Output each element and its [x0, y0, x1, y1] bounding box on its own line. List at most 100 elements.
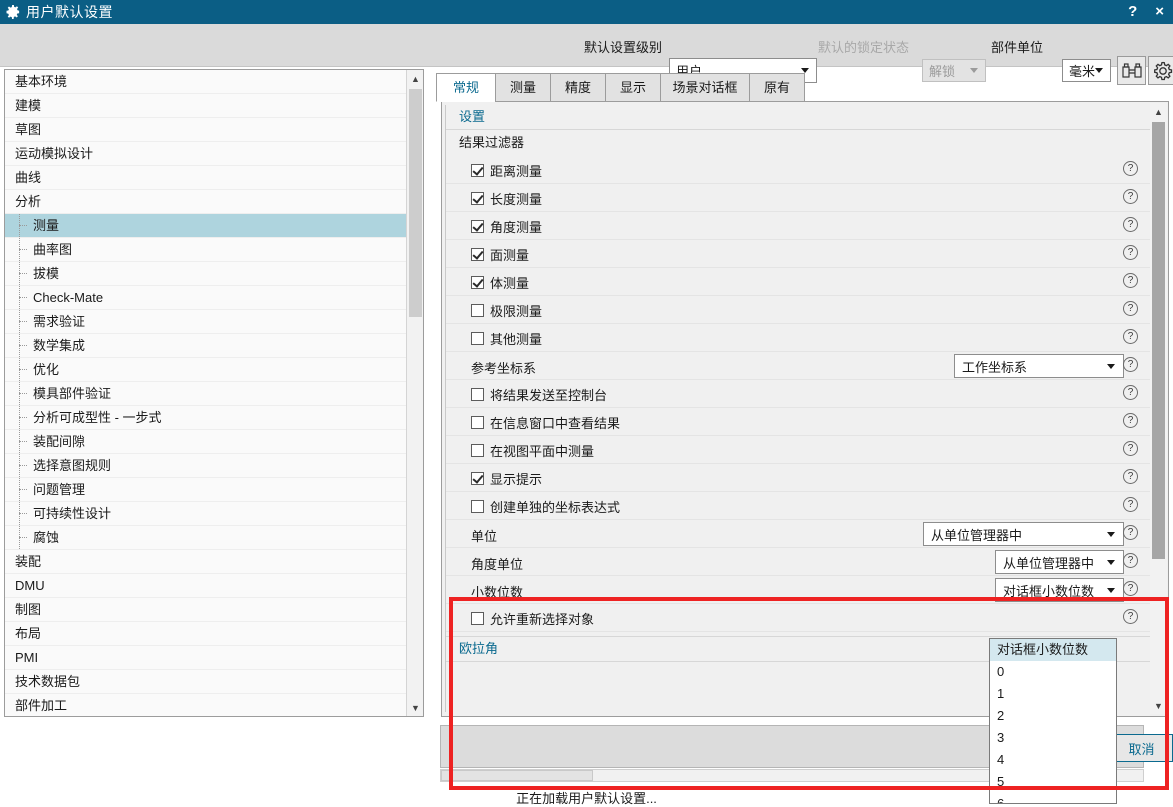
- dropdown-option[interactable]: 2: [990, 705, 1116, 727]
- tree-item[interactable]: 基本环境: [5, 70, 423, 94]
- cancel-button[interactable]: 取消: [1110, 734, 1173, 762]
- row-combo-7[interactable]: 工作坐标系: [954, 354, 1124, 378]
- checkbox-3[interactable]: 面测量: [471, 245, 529, 264]
- checkbox-6[interactable]: 其他测量: [471, 329, 542, 348]
- checkbox-label: 其他测量: [490, 332, 543, 347]
- tree-item[interactable]: 优化: [5, 358, 423, 382]
- settings-row: 允许重新选择对象?: [446, 604, 1150, 632]
- help-icon[interactable]: ?: [1123, 581, 1138, 596]
- help-icon[interactable]: ?: [1123, 357, 1138, 372]
- close-button[interactable]: ×: [1146, 0, 1173, 24]
- help-icon[interactable]: ?: [1123, 525, 1138, 540]
- checkbox-4[interactable]: 体测量: [471, 273, 529, 292]
- tree-item[interactable]: 装配间隙: [5, 430, 423, 454]
- tab-2[interactable]: 精度: [550, 73, 606, 102]
- checkbox-checked-icon: [471, 220, 484, 233]
- tree-item[interactable]: 部件加工: [5, 694, 423, 716]
- tab-4[interactable]: 场景对话框: [660, 73, 750, 102]
- tree-item[interactable]: 腐蚀: [5, 526, 423, 550]
- settings-row: 小数位数 对话框小数位数?: [446, 576, 1150, 604]
- help-icon[interactable]: ?: [1123, 217, 1138, 232]
- checkbox-12[interactable]: 创建单独的坐标表达式: [471, 497, 620, 516]
- help-icon[interactable]: ?: [1123, 301, 1138, 316]
- tab-0[interactable]: 常规: [436, 73, 496, 102]
- tree-item[interactable]: 分析: [5, 190, 423, 214]
- tab-5[interactable]: 原有: [749, 73, 805, 102]
- chevron-down-icon: [1107, 587, 1115, 593]
- help-icon[interactable]: ?: [1123, 245, 1138, 260]
- content-vertical-scrollbar[interactable]: ▲ ▼: [1150, 103, 1167, 714]
- checkbox-10[interactable]: 在视图平面中测量: [471, 441, 594, 460]
- checkbox-unchecked-icon: [471, 444, 484, 457]
- content-scroll-thumb[interactable]: [1152, 122, 1165, 559]
- checkbox-2[interactable]: 角度测量: [471, 217, 542, 236]
- tree-item[interactable]: 分析可成型性 - 一步式: [5, 406, 423, 430]
- help-button[interactable]: ?: [1119, 0, 1146, 24]
- dropdown-option[interactable]: 5: [990, 771, 1116, 793]
- checkbox-5[interactable]: 极限测量: [471, 301, 542, 320]
- help-icon[interactable]: ?: [1123, 161, 1138, 176]
- tree-item[interactable]: 制图: [5, 598, 423, 622]
- tree-item[interactable]: 需求验证: [5, 310, 423, 334]
- row-combo-value: 从单位管理器中: [931, 527, 1023, 543]
- checkbox-16[interactable]: 允许重新选择对象: [471, 609, 594, 628]
- help-icon[interactable]: ?: [1123, 329, 1138, 344]
- horizontal-scroll-thumb[interactable]: [441, 770, 593, 781]
- help-icon[interactable]: ?: [1123, 189, 1138, 204]
- checkbox-11[interactable]: 显示提示: [471, 469, 542, 488]
- checkbox-1[interactable]: 长度测量: [471, 189, 542, 208]
- tree-item[interactable]: 问题管理: [5, 478, 423, 502]
- tree-scroll-down-arrow[interactable]: ▼: [407, 699, 423, 716]
- content-scroll-up-arrow[interactable]: ▲: [1150, 103, 1167, 120]
- tree-scroll-thumb[interactable]: [409, 89, 422, 317]
- help-icon[interactable]: ?: [1123, 609, 1138, 624]
- tree-item[interactable]: 拔模: [5, 262, 423, 286]
- tab-3[interactable]: 显示: [605, 73, 661, 102]
- tree-item[interactable]: DMU: [5, 574, 423, 598]
- tab-1[interactable]: 测量: [495, 73, 551, 102]
- tree-item[interactable]: 数学集成: [5, 334, 423, 358]
- row-combo-13[interactable]: 从单位管理器中: [923, 522, 1124, 546]
- group-label-result-filter: 结果过滤器: [459, 135, 525, 150]
- help-icon[interactable]: ?: [1123, 413, 1138, 428]
- checkbox-0[interactable]: 距离测量: [471, 161, 542, 180]
- help-icon[interactable]: ?: [1123, 553, 1138, 568]
- help-icon[interactable]: ?: [1123, 497, 1138, 512]
- dropdown-option[interactable]: 6: [990, 793, 1116, 803]
- tree-item[interactable]: 曲线: [5, 166, 423, 190]
- settings-row: 参考坐标系 工作坐标系?: [446, 352, 1150, 380]
- tree-item[interactable]: 可持续性设计: [5, 502, 423, 526]
- dropdown-option[interactable]: 4: [990, 749, 1116, 771]
- tree-scroll-up-arrow[interactable]: ▲: [407, 70, 423, 87]
- tree-item[interactable]: PMI: [5, 646, 423, 670]
- tree-vertical-scrollbar[interactable]: ▲ ▼: [406, 70, 423, 716]
- category-tree-panel[interactable]: 基本环境 建模 草图 运动模拟设计 曲线 分析 测量 曲率图 拔模 Check-Mate 需求验证数…: [4, 69, 424, 717]
- row-combo-15[interactable]: 对话框小数位数: [995, 578, 1124, 602]
- dropdown-option[interactable]: 1: [990, 683, 1116, 705]
- help-icon[interactable]: ?: [1123, 385, 1138, 400]
- tree-item[interactable]: 布局: [5, 622, 423, 646]
- tree-item[interactable]: 测量: [5, 214, 423, 238]
- dropdown-option[interactable]: 0: [990, 661, 1116, 683]
- tree-item[interactable]: Check-Mate: [5, 286, 423, 310]
- tree-item[interactable]: 曲率图: [5, 238, 423, 262]
- dropdown-option[interactable]: 对话框小数位数: [990, 639, 1116, 661]
- help-icon[interactable]: ?: [1123, 273, 1138, 288]
- checkbox-8[interactable]: 将结果发送至控制台: [471, 385, 607, 404]
- decimal-places-dropdown-list[interactable]: 对话框小数位数 0 1 2 3 4 5 6: [989, 638, 1117, 804]
- checkbox-label: 面测量: [490, 248, 530, 263]
- tree-item[interactable]: 装配: [5, 550, 423, 574]
- dropdown-option[interactable]: 3: [990, 727, 1116, 749]
- content-scroll-down-arrow[interactable]: ▼: [1150, 697, 1167, 714]
- tree-item[interactable]: 选择意图规则: [5, 454, 423, 478]
- tree-item[interactable]: 草图: [5, 118, 423, 142]
- checkbox-9[interactable]: 在信息窗口中查看结果: [471, 413, 620, 432]
- tree-item[interactable]: 运动模拟设计: [5, 142, 423, 166]
- tree-item[interactable]: 建模: [5, 94, 423, 118]
- tree-item[interactable]: 模具部件验证: [5, 382, 423, 406]
- checkbox-label: 允许重新选择对象: [490, 612, 595, 627]
- row-combo-14[interactable]: 从单位管理器中: [995, 550, 1124, 574]
- help-icon[interactable]: ?: [1123, 469, 1138, 484]
- tree-item[interactable]: 技术数据包: [5, 670, 423, 694]
- help-icon[interactable]: ?: [1123, 441, 1138, 456]
